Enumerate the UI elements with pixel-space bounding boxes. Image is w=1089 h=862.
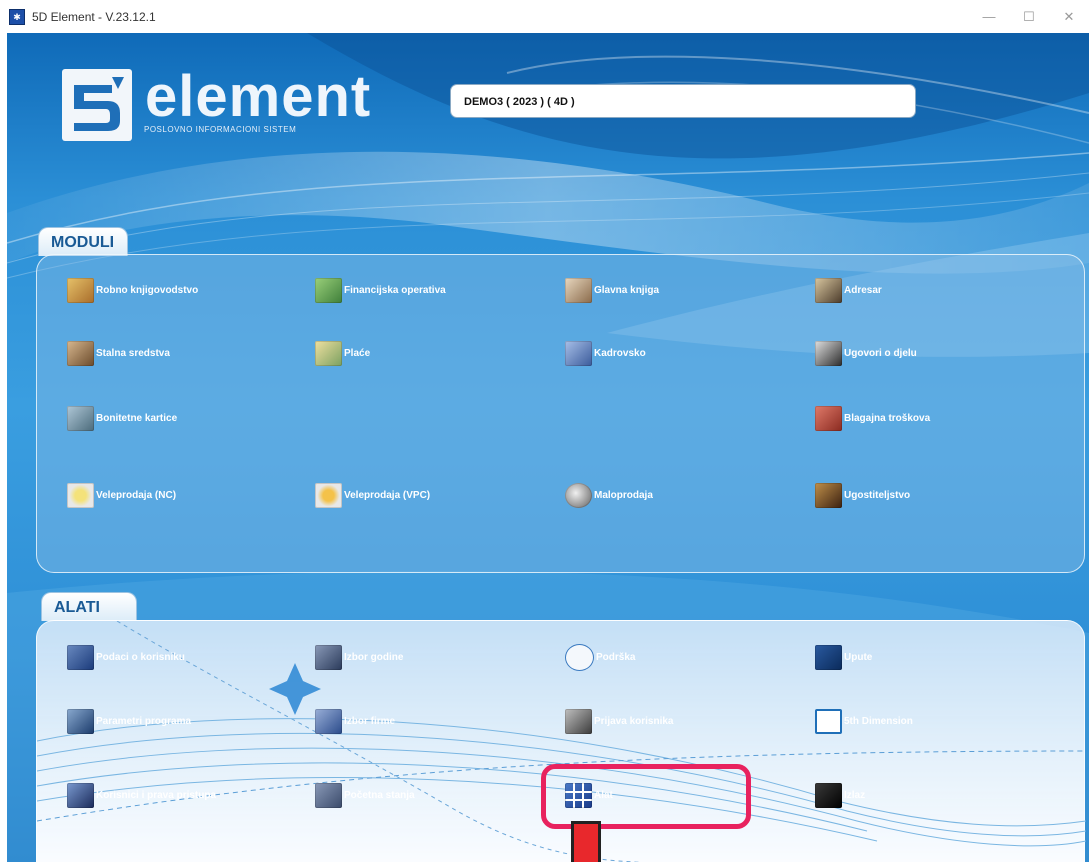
retail-icon [565, 482, 592, 508]
module-place[interactable]: Plaće [315, 339, 370, 367]
tab-alati: ALATI [41, 592, 137, 621]
item-label: Izbor firme [344, 715, 396, 727]
tool-pocetna-stanja[interactable]: Početna stanja [315, 781, 415, 809]
item-label: Parametri programa [96, 715, 192, 727]
login-icon [565, 708, 592, 734]
item-label: Blagajna troškova [844, 412, 931, 424]
book-icon [565, 277, 592, 303]
item-label: Adresar [844, 284, 882, 296]
assets-icon [67, 340, 94, 366]
tool-podaci-o-korisniku[interactable]: Podaci o korisniku [67, 643, 185, 671]
maximize-button[interactable]: ☐ [1009, 0, 1049, 33]
item-label: Glavna knjiga [594, 284, 660, 296]
module-robno-knjigovodstvo[interactable]: Robno knjigovodstvo [67, 276, 198, 304]
item-label: Prijava korisnika [594, 715, 674, 727]
user-data-icon [67, 644, 94, 670]
module-veleprodaja-vpc[interactable]: Veleprodaja (VPC) [315, 481, 430, 509]
initial-state-icon [315, 782, 342, 808]
module-blagajna-troskova[interactable]: Blagajna troškova [815, 404, 930, 432]
warehouse-icon [67, 277, 94, 303]
exit-icon [815, 782, 842, 808]
calendar-icon [315, 644, 342, 670]
brand-tagline: POSLOVNO INFORMACIONI SISTEM [144, 125, 297, 134]
users-icon [67, 782, 94, 808]
item-label: Plaće [344, 347, 371, 359]
item-label: Maloprodaja [594, 489, 653, 501]
module-ugostiteljstvo[interactable]: Ugostiteljstvo [815, 481, 910, 509]
item-label: Podaci o korisniku [96, 651, 185, 663]
tool-izbor-firme[interactable]: Izbor firme [315, 707, 395, 735]
title-bar: ✱ 5D Element - V.23.12.1 — ☐ ✕ [0, 0, 1089, 33]
chart-icon [315, 277, 342, 303]
tool-upute[interactable]: Upute [815, 643, 872, 671]
help-icon [815, 644, 842, 670]
app-icon: ✱ [9, 8, 25, 25]
item-label: Upute [844, 651, 873, 663]
company-year-field[interactable]: DEMO3 ( 2023 ) ( 4D ) [450, 84, 916, 118]
contract-icon [815, 340, 842, 366]
module-bonitetne-kartice[interactable]: Bonitetne kartice [67, 404, 177, 432]
module-financijska-operativa[interactable]: Financijska operativa [315, 276, 446, 304]
headset-icon [565, 643, 594, 671]
close-button[interactable]: ✕ [1049, 0, 1089, 33]
item-label: Bonitetne kartice [96, 412, 178, 424]
module-maloprodaja[interactable]: Maloprodaja [565, 481, 653, 509]
module-adresar[interactable]: Adresar [815, 276, 882, 304]
tool-parametri-programa[interactable]: Parametri programa [67, 707, 191, 735]
item-label: Stalna sredstva [96, 347, 170, 359]
cursor-marker [571, 821, 601, 862]
pen-icon [815, 277, 842, 303]
module-veleprodaja-nc[interactable]: Veleprodaja (NC) [67, 481, 176, 509]
fifth-dimension-icon [815, 708, 842, 734]
minimize-button[interactable]: — [969, 0, 1009, 33]
item-label: Robno knjigovodstvo [96, 284, 199, 296]
module-ugovori-o-djelu[interactable]: Ugovori o djelu [815, 339, 917, 367]
highlight-annotation [541, 764, 751, 829]
money-icon [315, 340, 342, 366]
item-label: Veleprodaja (VPC) [344, 489, 431, 501]
module-glavna-knjiga[interactable]: Glavna knjiga [565, 276, 659, 304]
tool-izbor-godine[interactable]: Izbor godine [315, 643, 403, 671]
settings-icon [67, 708, 94, 734]
brand-wordmark: element [145, 64, 372, 129]
tool-5th-dimension[interactable]: 5th Dimension [815, 707, 913, 735]
item-label: Kadrovsko [594, 347, 646, 359]
chair-icon [565, 340, 592, 366]
module-kadrovsko[interactable]: Kadrovsko [565, 339, 646, 367]
card-icon [67, 405, 94, 431]
item-label: Podrška [596, 651, 636, 663]
company-icon [315, 708, 342, 734]
item-label: Financijska operativa [344, 284, 446, 296]
window-title: 5D Element - V.23.12.1 [32, 9, 156, 24]
item-label: Izlaz [844, 789, 866, 801]
item-label: 5th Dimension [844, 715, 913, 727]
wholesale-icon [315, 482, 342, 508]
main-area: element POSLOVNO INFORMACIONI SISTEM DEM… [7, 33, 1089, 862]
item-label: Izbor godine [344, 651, 404, 663]
tab-moduli: MODULI [38, 227, 128, 256]
item-label: Veleprodaja (NC) [96, 489, 177, 501]
tool-izlaz[interactable]: Izlaz [815, 781, 865, 809]
item-label: Ugostiteljstvo [844, 489, 911, 501]
tool-prijava-korisnika[interactable]: Prijava korisnika [565, 707, 674, 735]
window-controls: — ☐ ✕ [969, 0, 1089, 33]
catering-icon [815, 482, 842, 508]
item-label: Ugovori o djelu [844, 347, 917, 359]
tool-podrska[interactable]: Podrška [565, 643, 635, 671]
wholesale-icon [67, 482, 94, 508]
cashbox-icon [815, 405, 842, 431]
item-label: Početna stanja [344, 789, 415, 801]
module-stalna-sredstva[interactable]: Stalna sredstva [67, 339, 170, 367]
tool-korisnici-i-prava-pristupa[interactable]: Korisnici i prava pristupa [67, 781, 216, 809]
brand-logo-icon [62, 69, 132, 141]
item-label: Korisnici i prava pristupa [96, 789, 217, 801]
